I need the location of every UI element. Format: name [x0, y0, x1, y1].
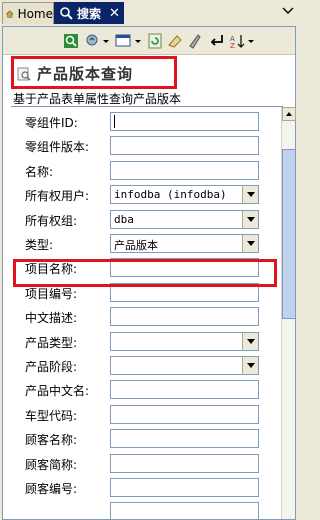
- field-label: 零组件ID:: [25, 116, 78, 130]
- field-select[interactable]: 产品版本: [110, 234, 259, 253]
- field-label: 名称:: [25, 164, 54, 179]
- form-row: 产品类型:: [3, 329, 281, 353]
- field-input[interactable]: [110, 136, 259, 156]
- tab-search[interactable]: 搜索 ✕: [54, 2, 124, 24]
- form-row: 所有权用户: infodba (infodba): [3, 182, 281, 206]
- field-label: 产品阶段:: [25, 360, 78, 374]
- search-options-icon[interactable]: [85, 33, 101, 49]
- run-query-icon[interactable]: [63, 33, 79, 49]
- field-label: 所有权组:: [25, 213, 78, 228]
- enter-icon[interactable]: [209, 33, 225, 49]
- scroll-up-button[interactable]: [282, 107, 296, 121]
- field-input[interactable]: [110, 112, 259, 131]
- view-menu-icon[interactable]: [282, 6, 294, 16]
- tab-home[interactable]: Home: [2, 2, 54, 24]
- field-label: 零组件版本:: [25, 140, 90, 155]
- form-row: 所有权组: dba: [3, 207, 281, 231]
- field-select[interactable]: [110, 331, 259, 351]
- chevron-down-icon[interactable]: [242, 357, 258, 374]
- refresh-icon[interactable]: [147, 33, 163, 49]
- field-input[interactable]: [110, 478, 259, 497]
- close-icon[interactable]: ✕: [109, 6, 120, 21]
- select-value: dba: [114, 212, 134, 226]
- search-icon: [60, 7, 73, 20]
- chevron-down-icon[interactable]: [242, 235, 258, 252]
- form-row: 车型代码:: [3, 402, 281, 426]
- select-value: infodba (infodba): [114, 188, 227, 202]
- view-icon[interactable]: [115, 33, 131, 49]
- field-input[interactable]: [110, 307, 259, 327]
- field-label: 类型:: [25, 238, 54, 252]
- svg-text:Z: Z: [230, 42, 235, 49]
- dropdown-icon[interactable]: [134, 33, 142, 49]
- field-label: 产品中文名:: [25, 384, 90, 399]
- field-select[interactable]: infodba (infodba): [110, 185, 259, 205]
- dropdown-icon[interactable]: [247, 33, 255, 49]
- form-row: 中文描述:: [3, 304, 281, 328]
- search-view: A Z 产品版本查询 基于产品表单属性查询产品版本 零组件ID: 零组件版本: 名称…: [2, 26, 296, 520]
- form-row: 顾客名称:: [3, 426, 281, 450]
- title-highlight: [11, 56, 177, 89]
- field-input[interactable]: [110, 429, 259, 449]
- tab-search-label: 搜索: [77, 6, 102, 21]
- form-row: 产品阶段:: [3, 353, 281, 377]
- field-input[interactable]: [110, 160, 259, 180]
- chevron-down-icon[interactable]: [242, 186, 258, 204]
- form-row: 名称:: [3, 158, 281, 182]
- form-row: 类型: 产品版本: [3, 231, 281, 255]
- field-select[interactable]: dba: [110, 209, 259, 229]
- page-subtitle: 基于产品表单属性查询产品版本: [13, 92, 182, 106]
- tab-bar: Home 搜索 ✕: [0, 0, 298, 26]
- field-label: 顾客编号:: [25, 482, 78, 496]
- field-label: 顾客名称:: [25, 433, 78, 448]
- field-label: 中文描述:: [25, 311, 78, 326]
- sort-icon[interactable]: A Z: [229, 33, 245, 49]
- divider: [11, 106, 283, 107]
- field-input[interactable]: [110, 404, 259, 424]
- form-row: 产品中文名:: [3, 377, 281, 401]
- field-label: 车型代码:: [25, 408, 78, 423]
- scroll-thumb[interactable]: [282, 149, 296, 319]
- print-icon[interactable]: [187, 33, 203, 49]
- chevron-down-icon[interactable]: [242, 210, 258, 228]
- field-label: 产品类型:: [25, 335, 78, 350]
- toolbar: A Z: [3, 27, 295, 55]
- field-input[interactable]: [110, 380, 259, 400]
- dropdown-icon[interactable]: [102, 33, 110, 49]
- home-icon: [6, 9, 14, 18]
- field-input[interactable]: [110, 502, 259, 519]
- form-row: 零组件版本:: [3, 133, 281, 157]
- form-row: 零组件ID:: [3, 109, 281, 133]
- form-row: 顾客简称:: [3, 451, 281, 475]
- form-row: [3, 499, 281, 519]
- field-label: 顾客简称:: [25, 457, 78, 472]
- scrollbar[interactable]: [281, 107, 296, 519]
- chevron-down-icon[interactable]: [242, 332, 258, 350]
- field-input[interactable]: [110, 453, 259, 473]
- field-label: 所有权用户:: [25, 189, 90, 204]
- field-label: 项目编号:: [25, 286, 78, 301]
- type-highlight: [13, 259, 277, 287]
- tab-home-label: Home: [17, 6, 53, 21]
- field-select[interactable]: [110, 356, 259, 375]
- select-value: 产品版本: [114, 239, 158, 252]
- query-form: 零组件ID: 零组件版本: 名称: 所有权用户: infodba (infodba) 所有…: [3, 109, 281, 519]
- form-row: 顾客编号:: [3, 475, 281, 499]
- clear-icon[interactable]: [167, 33, 183, 49]
